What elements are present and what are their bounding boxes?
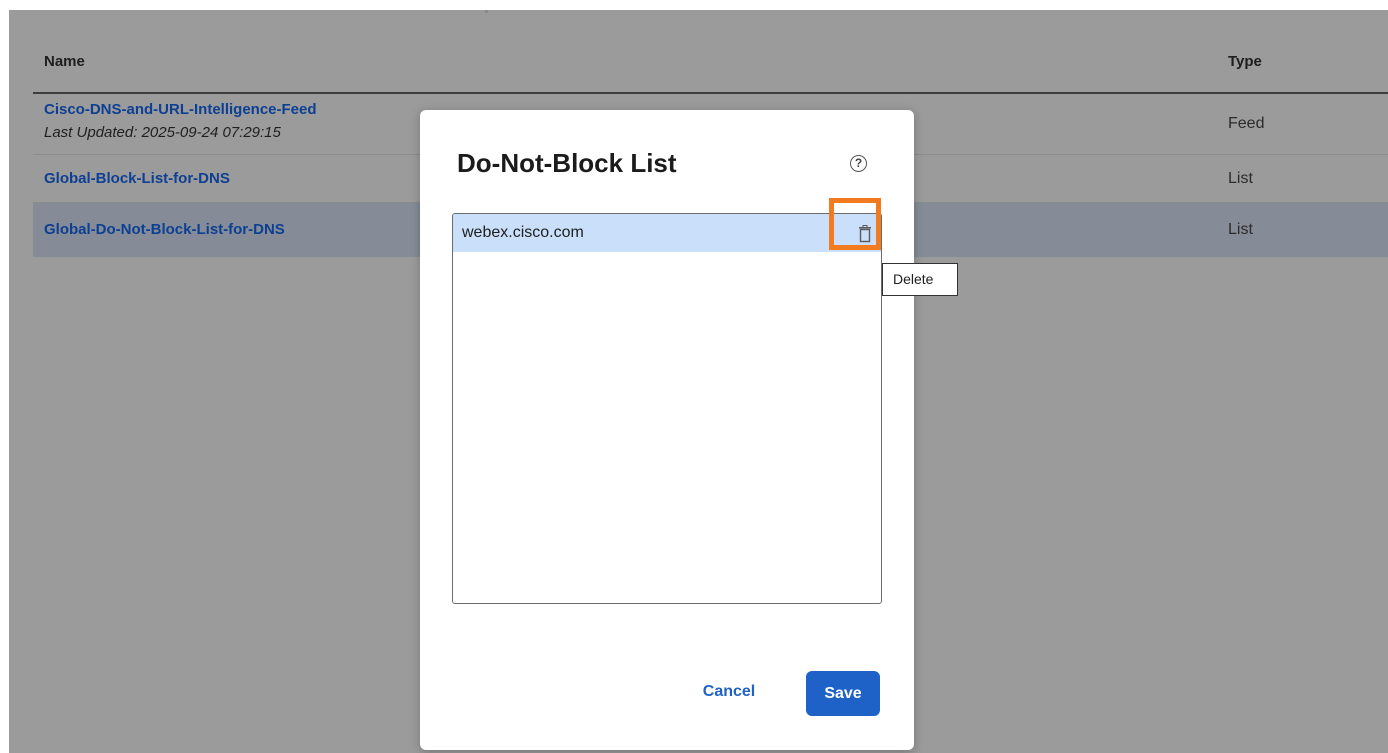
list-type: Feed — [1228, 115, 1265, 132]
list-name-link[interactable]: Global-Block-List-for-DNS — [44, 170, 230, 187]
column-header-name[interactable]: Name — [44, 53, 85, 70]
delete-highlight-box — [829, 198, 881, 250]
left-edge — [0, 0, 9, 753]
column-header-type[interactable]: Type — [1228, 53, 1262, 70]
list-name-link[interactable]: Global-Do-Not-Block-List-for-DNS — [44, 221, 285, 238]
help-icon[interactable]: ? — [850, 155, 867, 172]
delete-tooltip: Delete — [882, 263, 958, 296]
list-item[interactable]: webex.cisco.com — [453, 214, 881, 252]
top-edge — [0, 0, 1388, 10]
list-type: List — [1228, 170, 1253, 187]
do-not-block-list-dialog: Do-Not-Block List ? webex.cisco.com Dele… — [420, 110, 958, 750]
last-updated-text: Last Updated: 2025-09-24 07:29:15 — [44, 124, 281, 141]
list-type: List — [1228, 221, 1253, 238]
cancel-button[interactable]: Cancel — [692, 672, 766, 712]
domain-listbox[interactable]: webex.cisco.com — [452, 213, 882, 604]
top-notch — [485, 10, 488, 13]
save-button[interactable]: Save — [806, 671, 880, 716]
list-name-link[interactable]: Cisco-DNS-and-URL-Intelligence-Feed — [44, 101, 317, 118]
dialog-title: Do-Not-Block List — [457, 148, 677, 178]
table-header: Name Type — [33, 46, 1388, 94]
domain-value: webex.cisco.com — [462, 224, 584, 241]
